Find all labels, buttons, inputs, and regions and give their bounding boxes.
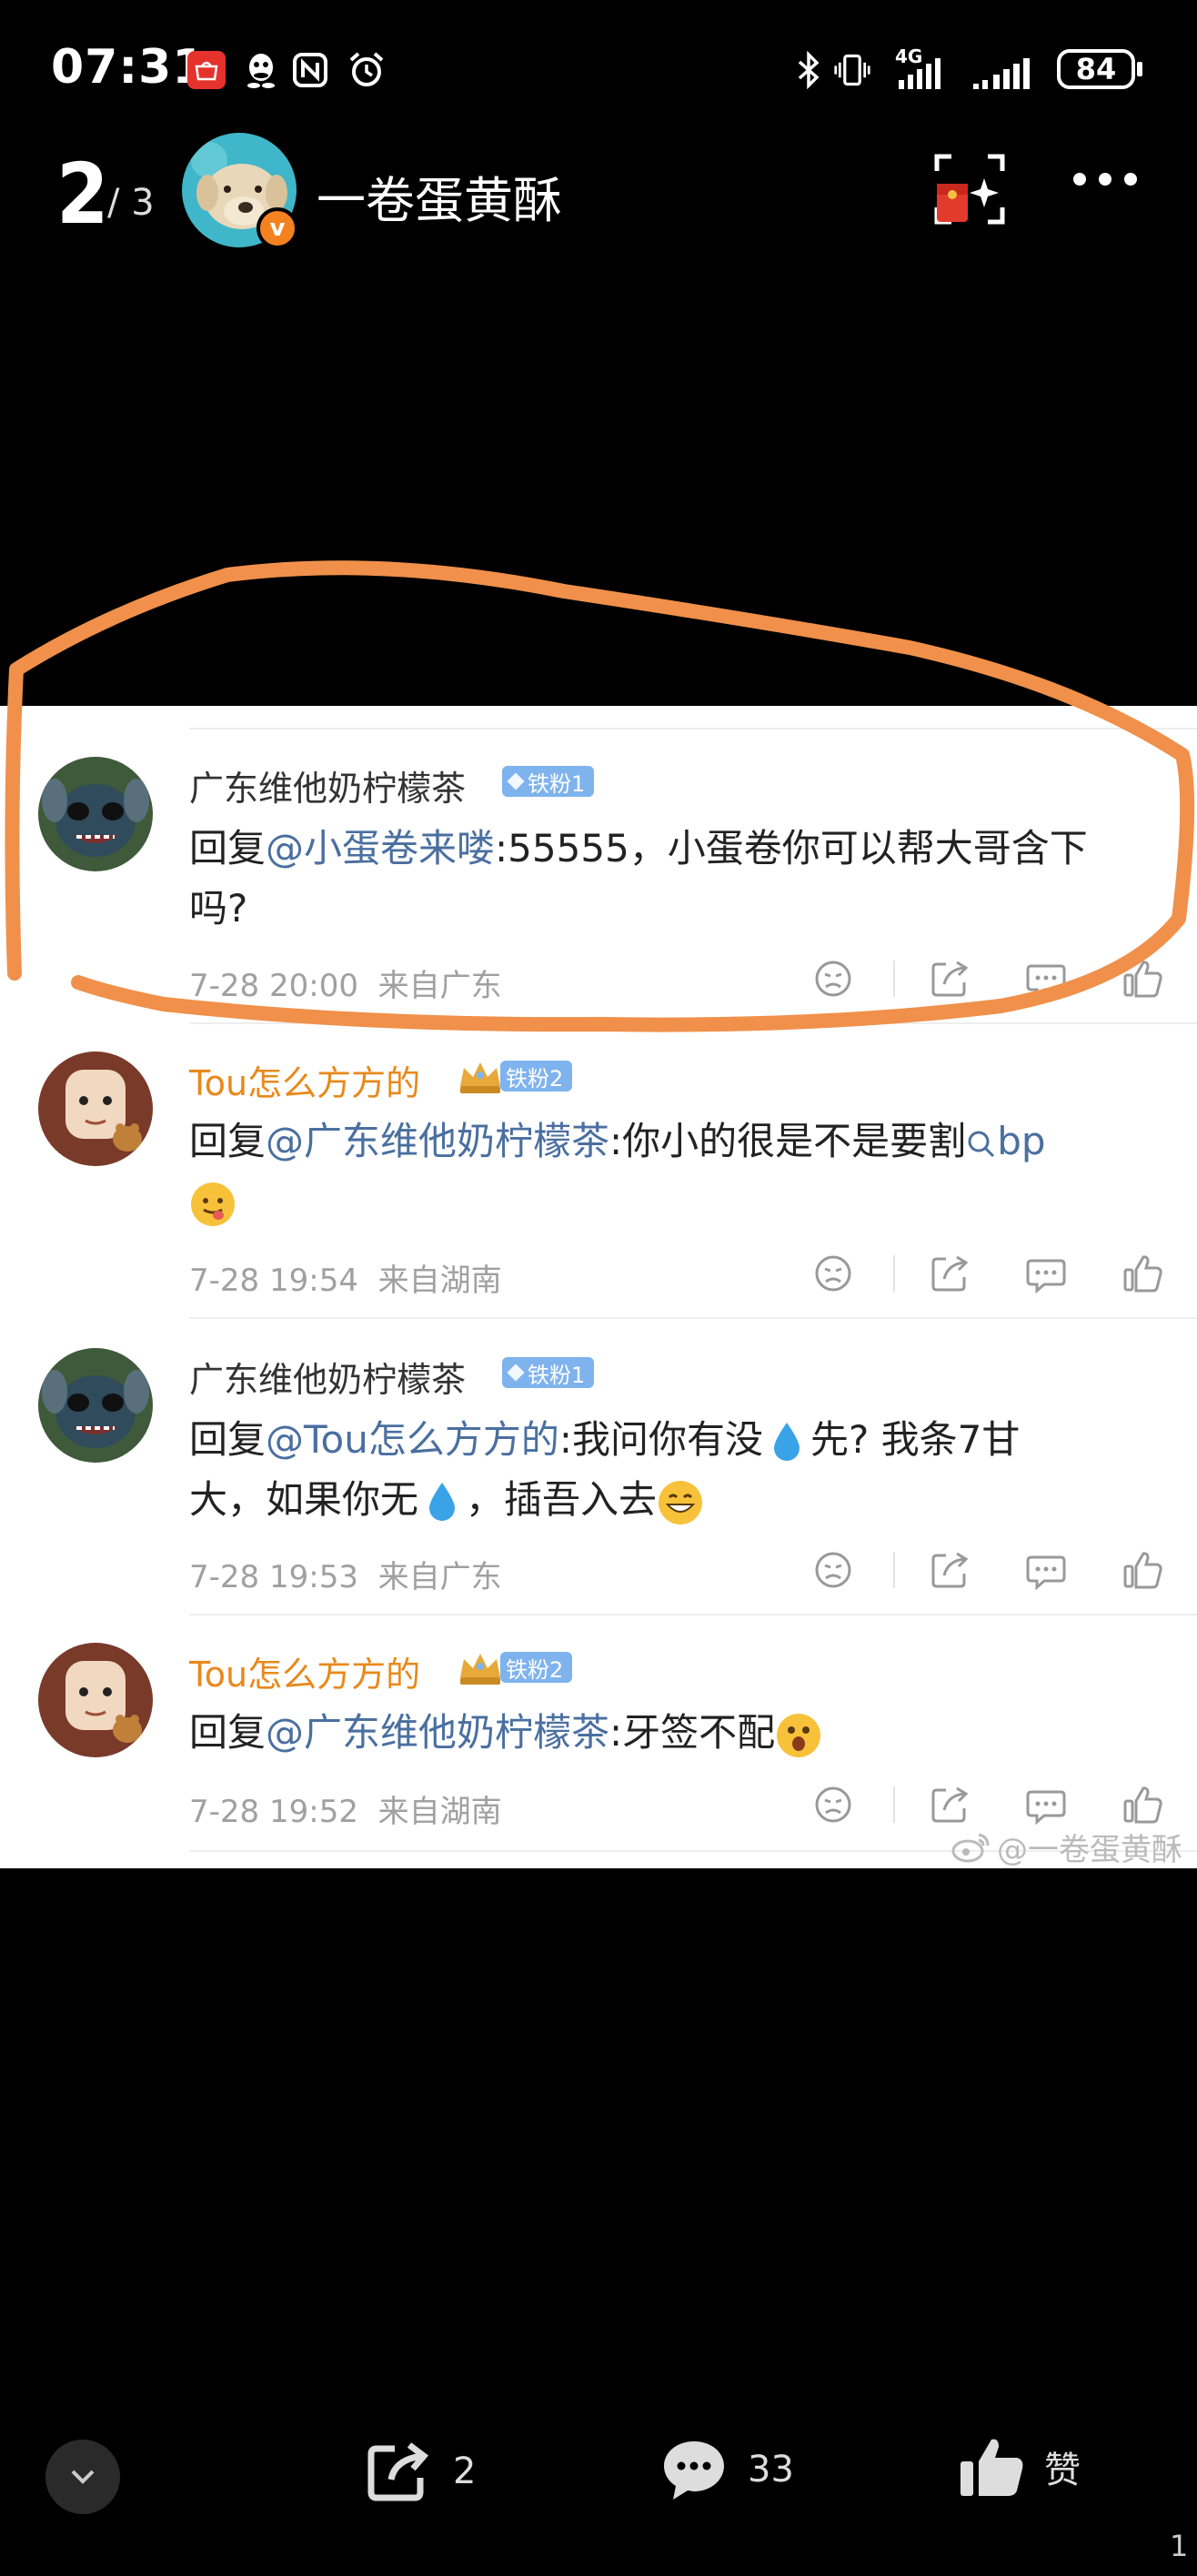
thumbs-up-icon [961,2439,1023,2496]
comment-text: 回复@Tou怎么方方的:我问你有没 先? 我条7甘 大，如果你无 ，插吾入去 [189,1410,1162,1530]
fan-badge: 铁粉1 [502,1357,595,1388]
avatar[interactable] [38,1348,153,1463]
comment-icon[interactable] [1026,1550,1066,1591]
avatar[interactable] [38,1643,153,1757]
comment-meta: 7-28 19:53 来自广东 [189,1559,502,1595]
watermark: @一卷蛋黄酥 [951,1825,1182,1869]
comment-bubble-icon [664,2441,724,2500]
water-drop-icon [774,1422,800,1461]
crown-icon [460,1654,500,1685]
search-link[interactable]: bp [966,1119,1046,1163]
divider [189,1317,1197,1319]
chevron-down-icon [71,2470,95,2484]
like-label: 赞 [1044,2450,1081,2491]
mention-link[interactable]: @Tou怎么方方的 [266,1417,559,1462]
like-icon[interactable] [1122,1550,1162,1590]
comment-text: 回复@广东维他奶柠檬茶:牙签不配 [189,1703,1162,1763]
comment-text: 回复@广东维他奶柠檬茶:你小的很是不是要割 bp [189,1112,1162,1232]
comment-icon[interactable] [1026,1785,1066,1826]
forward-icon[interactable] [930,1253,970,1293]
comment-meta: 7-28 19:54 来自湖南 [189,1263,502,1299]
comment-button[interactable]: 33 [660,2436,794,2503]
comment-user-name[interactable]: Tou怎么方方的 [189,1646,420,1696]
water-drop-icon [429,1482,456,1521]
forward-icon[interactable] [930,1550,970,1590]
mention-link[interactable]: @广东维他奶柠檬茶 [266,1119,609,1163]
divider [189,1614,1197,1615]
action-separator [893,1786,895,1823]
comment-meta: 7-28 19:52 来自湖南 [189,1794,502,1830]
action-separator [893,1552,895,1588]
dislike-icon[interactable] [813,1253,853,1293]
forward-icon[interactable] [930,1785,970,1825]
share-icon [367,2442,429,2501]
mention-link[interactable]: @广东维他奶柠檬茶 [266,1710,609,1755]
dislike-icon[interactable] [813,1550,853,1590]
collapse-button[interactable] [45,2440,120,2514]
surprised-emoji-icon [777,1713,821,1757]
weibo-logo-icon [951,1833,990,1862]
annotation-circle [5,560,1195,1032]
like-button[interactable]: 赞 [959,2434,1081,2500]
share-button[interactable]: 2 [367,2441,476,2501]
action-separator [893,1255,895,1292]
comment-user-name[interactable]: 广东维他奶柠檬茶 [189,1352,466,1402]
like-icon[interactable] [1122,1785,1162,1825]
fan-badge: 铁粉2 [500,1652,573,1683]
tongue-emoji-icon [191,1182,235,1226]
corner-page-number: 1 [1170,2529,1189,2563]
dislike-icon[interactable] [813,1785,853,1825]
search-icon [968,1131,995,1157]
grin-emoji-icon [659,1480,703,1524]
comment-icon[interactable] [1026,1253,1066,1294]
comment-count: 33 [748,2449,794,2490]
like-icon[interactable] [1122,1253,1162,1293]
share-count: 2 [453,2450,477,2492]
gem-icon [507,1363,525,1382]
